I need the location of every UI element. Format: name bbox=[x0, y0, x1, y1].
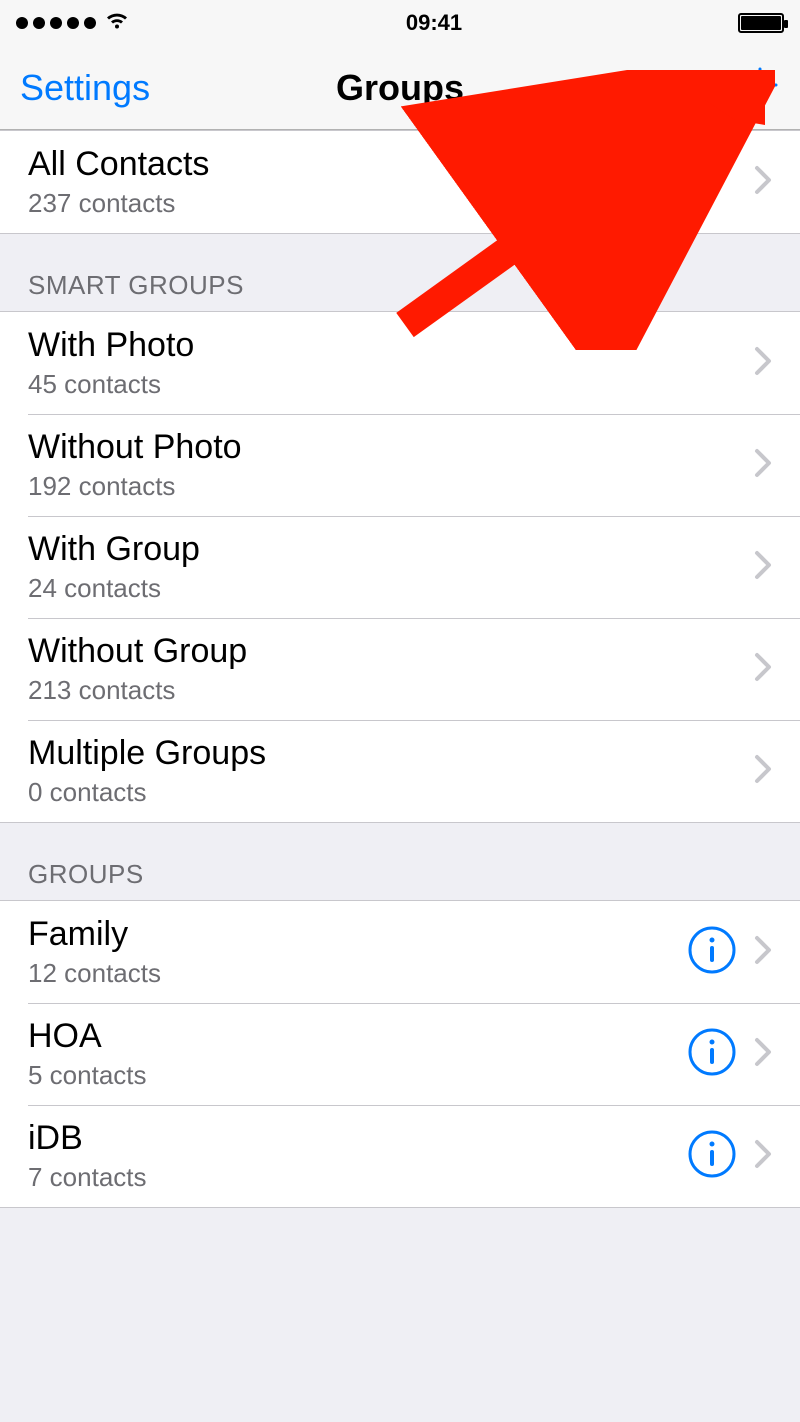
smart-group-row[interactable]: Without Photo 192 contacts bbox=[0, 414, 800, 516]
edit-button[interactable]: Edit bbox=[652, 67, 714, 109]
smart-groups-header: SMART GROUPS bbox=[0, 234, 800, 311]
row-title: iDB bbox=[28, 1119, 147, 1158]
all-contacts-section: All Contacts 237 contacts bbox=[0, 130, 800, 234]
status-left bbox=[16, 10, 130, 36]
info-icon[interactable] bbox=[688, 1130, 736, 1183]
info-icon[interactable] bbox=[688, 926, 736, 979]
smart-group-row[interactable]: With Group 24 contacts bbox=[0, 516, 800, 618]
row-subtitle: 213 contacts bbox=[28, 675, 247, 706]
group-row[interactable]: Family 12 contacts bbox=[0, 901, 800, 1003]
row-subtitle: 5 contacts bbox=[28, 1060, 147, 1091]
row-subtitle: 237 contacts bbox=[28, 188, 209, 219]
chevron-right-icon bbox=[754, 165, 772, 200]
row-title: HOA bbox=[28, 1017, 147, 1056]
group-row[interactable]: iDB 7 contacts bbox=[0, 1105, 800, 1207]
battery-icon bbox=[738, 13, 784, 33]
smart-groups-section: With Photo 45 contacts Without Photo 192… bbox=[0, 311, 800, 823]
row-title: With Photo bbox=[28, 326, 194, 365]
row-title: With Group bbox=[28, 530, 200, 569]
smart-group-row[interactable]: Multiple Groups 0 contacts bbox=[0, 720, 800, 822]
wifi-icon bbox=[104, 10, 130, 36]
groups-header: GROUPS bbox=[0, 823, 800, 900]
status-bar: 09:41 bbox=[0, 0, 800, 46]
row-title: Without Photo bbox=[28, 428, 242, 467]
status-right bbox=[738, 13, 784, 33]
signal-dots-icon bbox=[16, 17, 96, 29]
info-icon[interactable] bbox=[688, 1028, 736, 1081]
chevron-right-icon bbox=[754, 550, 772, 585]
chevron-right-icon bbox=[754, 935, 772, 970]
row-title: Family bbox=[28, 915, 161, 954]
group-row[interactable]: HOA 5 contacts bbox=[0, 1003, 800, 1105]
row-subtitle: 192 contacts bbox=[28, 471, 242, 502]
chevron-right-icon bbox=[754, 754, 772, 789]
chevron-right-icon bbox=[754, 1139, 772, 1174]
row-title: Multiple Groups bbox=[28, 734, 266, 773]
chevron-right-icon bbox=[754, 346, 772, 381]
smart-group-row[interactable]: Without Group 213 contacts bbox=[0, 618, 800, 720]
all-contacts-row[interactable]: All Contacts 237 contacts bbox=[0, 131, 800, 233]
back-button[interactable]: Settings bbox=[20, 67, 150, 109]
row-subtitle: 45 contacts bbox=[28, 369, 194, 400]
chevron-right-icon bbox=[754, 448, 772, 483]
nav-bar: Settings Groups Edit bbox=[0, 46, 800, 130]
row-subtitle: 7 contacts bbox=[28, 1162, 147, 1193]
add-button[interactable] bbox=[740, 65, 780, 110]
groups-section: Family 12 contacts HOA 5 contacts iDB 7 … bbox=[0, 900, 800, 1208]
row-title: All Contacts bbox=[28, 145, 209, 184]
row-subtitle: 12 contacts bbox=[28, 958, 161, 989]
row-title: Without Group bbox=[28, 632, 247, 671]
chevron-right-icon bbox=[754, 652, 772, 687]
row-subtitle: 0 contacts bbox=[28, 777, 266, 808]
status-time: 09:41 bbox=[406, 10, 462, 36]
smart-group-row[interactable]: With Photo 45 contacts bbox=[0, 312, 800, 414]
row-subtitle: 24 contacts bbox=[28, 573, 200, 604]
chevron-right-icon bbox=[754, 1037, 772, 1072]
